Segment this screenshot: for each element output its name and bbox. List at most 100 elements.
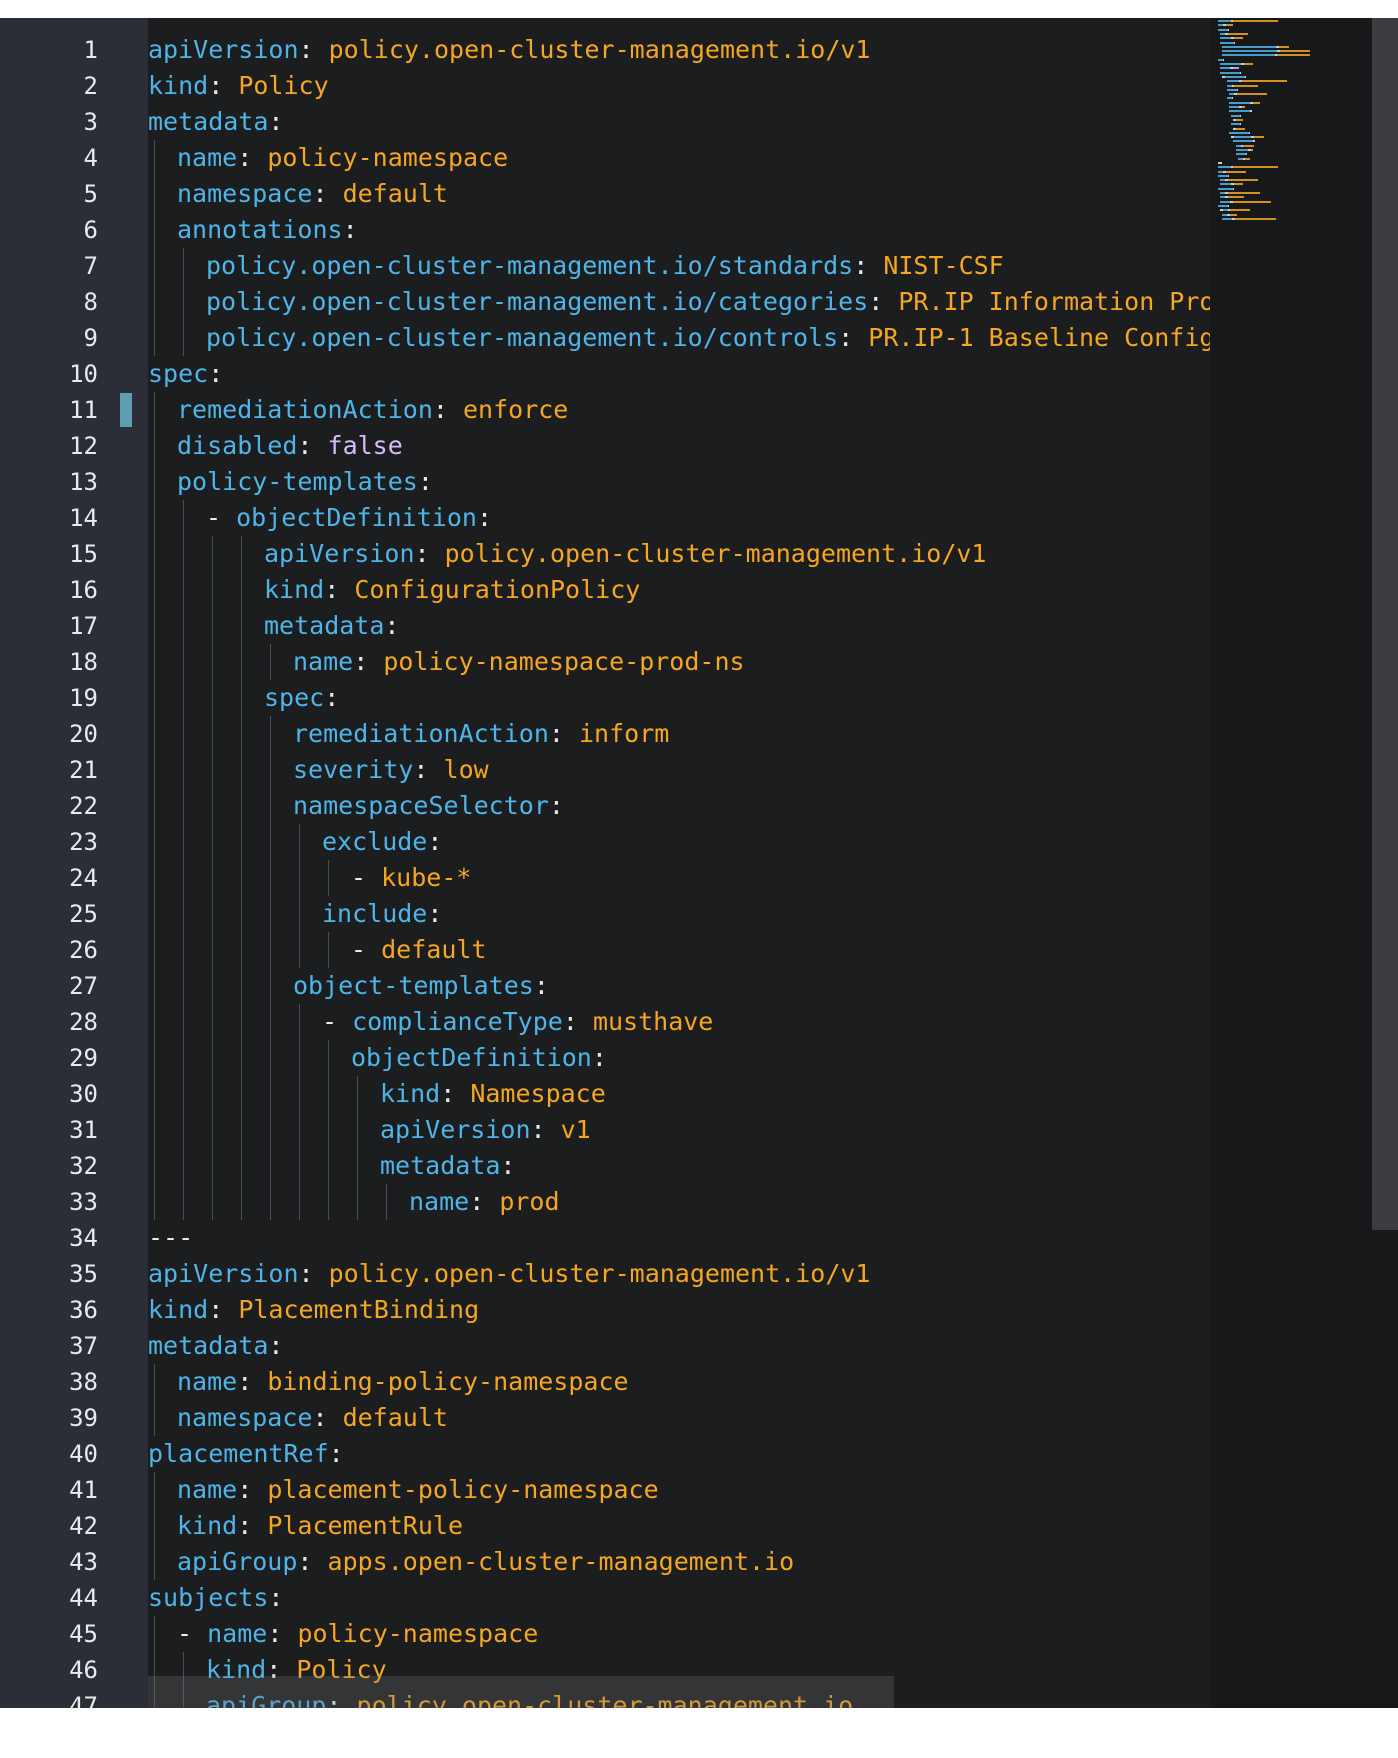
- code-line[interactable]: placementRef:: [148, 1436, 344, 1472]
- minimap-line: [1233, 20, 1278, 22]
- yaml-punct: :: [324, 575, 355, 604]
- code-line[interactable]: kind: Policy: [148, 68, 329, 104]
- yaml-punct: :: [414, 539, 445, 568]
- yaml-punct: :: [208, 71, 239, 100]
- yaml-key: object-templates: [293, 971, 534, 1000]
- yaml-key: name: [177, 143, 238, 172]
- minimap-line: [1229, 110, 1251, 113]
- yaml-punct: :: [342, 215, 358, 244]
- indent-guide: [328, 1040, 329, 1220]
- code-line[interactable]: name: placement-policy-namespace: [177, 1472, 659, 1508]
- yaml-punct: :: [328, 1439, 344, 1468]
- minimap-line: [1226, 80, 1240, 83]
- code-line[interactable]: subjects:: [148, 1580, 283, 1616]
- yaml-punct: :: [853, 251, 884, 280]
- code-line[interactable]: kind: PlacementBinding: [148, 1292, 479, 1328]
- code-line[interactable]: severity: low: [293, 752, 489, 788]
- code-line[interactable]: namespace: default: [177, 1400, 448, 1436]
- yaml-punct: :: [562, 1007, 593, 1036]
- code-line[interactable]: - name: policy-namespace: [177, 1616, 538, 1652]
- minimap-line: [1227, 192, 1261, 194]
- code-line[interactable]: metadata:: [148, 104, 283, 140]
- code-line[interactable]: apiVersion: policy.open-cluster-manageme…: [148, 32, 870, 68]
- minimap-line: [1236, 93, 1267, 96]
- code-line[interactable]: name: policy-namespace-prod-ns: [293, 644, 745, 680]
- line-number: 44: [69, 1584, 98, 1612]
- code-area[interactable]: apiVersion: policy.open-cluster-manageme…: [148, 18, 1210, 1708]
- code-line[interactable]: apiGroup: apps.open-cluster-management.i…: [177, 1544, 794, 1580]
- code-line[interactable]: remediationAction: enforce: [177, 392, 568, 428]
- yaml-key: policy-templates: [177, 467, 418, 496]
- code-line[interactable]: - kube-*: [351, 860, 471, 896]
- code-line[interactable]: name: policy-namespace: [177, 140, 508, 176]
- code-line[interactable]: metadata:: [264, 608, 399, 644]
- code-line[interactable]: kind: Namespace: [380, 1076, 606, 1112]
- code-line[interactable]: annotations:: [177, 212, 358, 248]
- line-number: 4: [83, 144, 98, 172]
- code-line[interactable]: kind: ConfigurationPolicy: [264, 572, 640, 608]
- minimap-line: [1253, 140, 1255, 143]
- yaml-punct: :: [237, 1511, 268, 1540]
- code-line[interactable]: include:: [322, 896, 442, 932]
- code-line[interactable]: namespace: default: [177, 176, 448, 212]
- code-line[interactable]: name: prod: [409, 1184, 560, 1220]
- minimap-line: [1225, 170, 1246, 173]
- line-number: 37: [69, 1332, 98, 1360]
- minimap-line: [1233, 166, 1278, 169]
- code-line[interactable]: - default: [351, 932, 486, 968]
- minimap-line: [1234, 217, 1277, 220]
- line-number: 27: [69, 972, 98, 1000]
- code-line[interactable]: apiVersion: policy.open-cluster-manageme…: [264, 536, 986, 572]
- yaml-key: name: [207, 1619, 268, 1648]
- code-line[interactable]: name: binding-policy-namespace: [177, 1364, 629, 1400]
- yaml-punct: :: [237, 1475, 268, 1504]
- indent-guide: [183, 248, 184, 356]
- yaml-key: apiVersion: [380, 1115, 531, 1144]
- code-line[interactable]: namespaceSelector:: [293, 788, 564, 824]
- vertical-scrollbar-thumb[interactable]: [1372, 18, 1398, 1230]
- minimap-line: [1233, 187, 1235, 190]
- line-number: 14: [69, 504, 98, 532]
- line-number: 6: [83, 216, 98, 244]
- minimap[interactable]: [1210, 18, 1398, 1708]
- yaml-key: kind: [148, 1295, 209, 1324]
- code-editor[interactable]: 1 2 3 4 5 6 7 8 9 10 11 12 13 14 15 16 17 18 19 20 21 22 23 24 2…: [0, 18, 1398, 1708]
- code-line[interactable]: policy.open-cluster-management.io/contro…: [206, 320, 1210, 356]
- line-number: 21: [69, 756, 98, 784]
- yaml-value: policy.open-cluster-management.io/v1: [328, 35, 871, 64]
- code-line[interactable]: policy-templates:: [177, 464, 433, 500]
- minimap-line: [1222, 54, 1275, 57]
- minimap-line: [1231, 97, 1234, 100]
- yaml-key: include: [322, 899, 428, 928]
- yaml-value: PlacementRule: [267, 1511, 463, 1540]
- code-line[interactable]: policy.open-cluster-management.io/standa…: [206, 248, 1004, 284]
- minimap-line: [1218, 161, 1222, 164]
- code-line[interactable]: object-templates:: [293, 968, 549, 1004]
- code-line[interactable]: ---: [148, 1220, 193, 1256]
- code-line[interactable]: - objectDefinition:: [206, 500, 492, 536]
- line-number: 26: [69, 936, 98, 964]
- yaml-value: inform: [578, 719, 670, 748]
- code-line[interactable]: policy.open-cluster-management.io/catego…: [206, 284, 1210, 320]
- code-line[interactable]: remediationAction: inform: [293, 716, 669, 752]
- code-line[interactable]: objectDefinition:: [351, 1040, 607, 1076]
- yaml-punct: :: [417, 467, 433, 496]
- code-line[interactable]: kind: PlacementRule: [177, 1508, 463, 1544]
- code-line[interactable]: metadata:: [380, 1148, 515, 1184]
- minimap-line: [1245, 153, 1247, 156]
- code-line[interactable]: exclude:: [322, 824, 442, 860]
- code-line[interactable]: apiVersion: policy.open-cluster-manageme…: [148, 1256, 870, 1292]
- line-number: 29: [69, 1044, 98, 1072]
- code-line[interactable]: spec:: [148, 356, 223, 392]
- code-line[interactable]: disabled: false: [177, 428, 403, 464]
- minimap-line: [1250, 110, 1252, 113]
- code-line[interactable]: apiVersion: v1: [380, 1112, 591, 1148]
- code-line[interactable]: spec:: [264, 680, 339, 716]
- code-line[interactable]: - complianceType: musthave: [322, 1004, 713, 1040]
- minimap-line: [1229, 106, 1239, 108]
- line-number: 8: [83, 288, 98, 316]
- yaml-punct: :: [208, 1295, 239, 1324]
- yaml-key: remediationAction: [177, 395, 433, 424]
- minimap-line: [1227, 196, 1244, 199]
- code-line[interactable]: metadata:: [148, 1328, 283, 1364]
